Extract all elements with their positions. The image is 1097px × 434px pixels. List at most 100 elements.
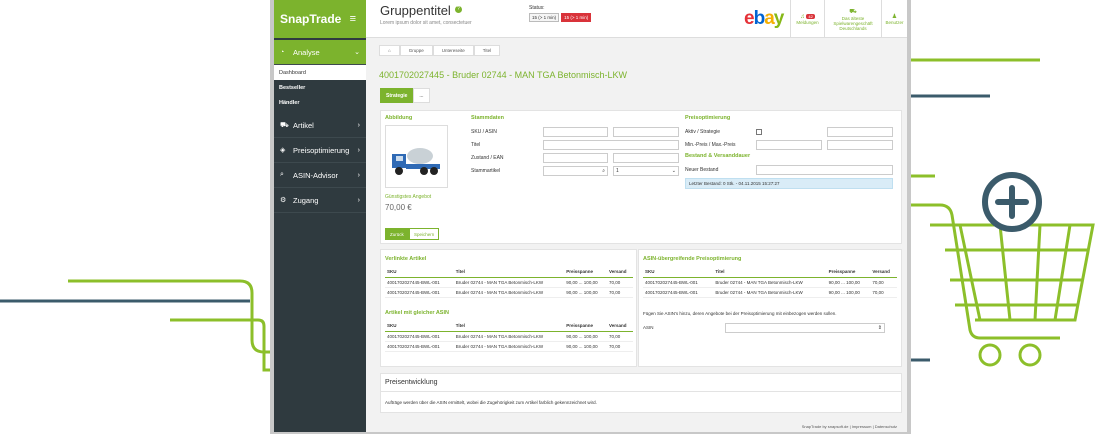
chevron-right-icon: › xyxy=(357,171,360,179)
search-icon[interactable]: ⌕ xyxy=(602,168,605,174)
col-versand: Versand xyxy=(606,266,633,278)
user-button[interactable]: ♟ Benutzer xyxy=(881,0,907,38)
nav-preisoptimierung[interactable]: ◈ Preisoptimierung › xyxy=(274,138,366,163)
cell: Bruder 02744 - MAN TGA Betonmisch-LKW xyxy=(713,277,827,288)
master-select[interactable]: 1 ⌄ xyxy=(613,166,679,176)
col-titel: Titel xyxy=(453,320,565,332)
condition-input[interactable] xyxy=(543,153,608,163)
strategy-input[interactable] xyxy=(827,127,893,137)
nav-label: ASIN-Advisor xyxy=(293,170,339,180)
minmax-label: Min.-Preis / Max.-Preis xyxy=(685,142,736,148)
breadcrumb-item[interactable]: Titel xyxy=(473,45,501,56)
active-checkbox[interactable] xyxy=(756,129,762,135)
stock-label: Neuer Bestand xyxy=(685,167,719,173)
nav-zugang[interactable]: ⚙ Zugang › xyxy=(274,188,366,213)
asin-input[interactable] xyxy=(613,127,679,137)
sku-input[interactable] xyxy=(543,127,608,137)
cell: 4001702027445-BWL-001 xyxy=(385,277,454,288)
cell: 70,00 xyxy=(606,331,633,342)
shop-button[interactable]: ⛟ Das älteste Spielwarengeschäft Deutsch… xyxy=(824,0,881,38)
chevron-down-icon: ⌄ xyxy=(354,49,360,56)
linked-header: Verlinkte Artikel xyxy=(385,256,427,262)
subnav-haendler[interactable]: Händler xyxy=(274,95,366,110)
title-input[interactable] xyxy=(543,140,679,150)
bestand-header: Bestand & Versanddauer xyxy=(685,153,751,159)
tab-more[interactable]: ... xyxy=(413,88,430,103)
cell: 90,00 ... 100,00 xyxy=(564,331,607,342)
breadcrumb-item[interactable]: Gruppe xyxy=(399,45,433,56)
cell: 4001702027445-BWL-001 xyxy=(385,341,454,352)
cheapest-label: Günstigstes Angebot xyxy=(385,194,432,200)
status-badge: 15 (> 1 min) xyxy=(529,13,560,22)
article-form-panel: Abbildung Günstigstes Angebot 70,00 € St… xyxy=(380,110,902,244)
cell: 90,00 ... 100,00 xyxy=(826,287,871,298)
col-preisspanne: Preisspanne xyxy=(826,266,871,278)
table-header-row: SKU Titel Preisspanne Versand xyxy=(385,266,633,278)
table-row[interactable]: 4001702027445-BWL-001 Bruder 02744 - MAN … xyxy=(385,277,633,288)
condition-label: Zustand / EAN xyxy=(471,155,504,161)
table-row[interactable]: 4001702027445-BWL-001 Bruder 02744 - MAN … xyxy=(385,341,633,352)
master-input[interactable]: ⌕ xyxy=(543,166,608,176)
cell: 4001702027445-BWL-001 xyxy=(643,287,714,298)
notifications-button[interactable]: ♫ 42 Meldungen xyxy=(790,0,824,38)
save-button[interactable]: Speichern xyxy=(409,228,440,240)
max-price-input[interactable] xyxy=(827,140,893,150)
cell: 70,00 xyxy=(606,341,633,352)
stock-info: Letzter Bestand: 0 Stk. - 04.11.2015 15:… xyxy=(685,178,893,189)
price-dev-text: Aufträge werden über die ASIN ermittelt,… xyxy=(385,400,597,405)
cell: 70,00 xyxy=(606,287,633,298)
breadcrumb-home[interactable]: ⌂ xyxy=(379,45,400,56)
search-icon: ⌕ xyxy=(280,171,284,178)
table-row[interactable]: 4001702027445-BWL-001 Bruder 02744 - MAN … xyxy=(643,287,897,298)
tab-bar: Strategie ... xyxy=(380,88,430,103)
table-row[interactable]: 4001702027445-BWL-001 Bruder 02744 - MAN … xyxy=(385,331,633,342)
group-title-text: Gruppentitel xyxy=(380,3,451,18)
col-sku: SKU xyxy=(385,266,454,278)
cheapest-price: 70,00 € xyxy=(385,203,412,212)
cell: 70,00 xyxy=(870,287,897,298)
same-asin-header: Artikel mit gleicher ASIN xyxy=(385,310,449,316)
sku-label: SKU / ASIN xyxy=(471,129,497,135)
hamburger-icon[interactable]: ≡ xyxy=(350,13,356,25)
user-label: Benutzer xyxy=(885,20,904,25)
col-versand: Versand xyxy=(870,266,897,278)
price-dev-header: Preisentwicklung xyxy=(385,379,438,386)
nav-label: Artikel xyxy=(293,120,314,130)
asin-input[interactable]: ⇕ xyxy=(725,323,885,333)
stock-input[interactable] xyxy=(756,165,893,175)
subnav-bestseller[interactable]: Bestseller xyxy=(274,80,366,95)
nav-asin-advisor[interactable]: ⌕ ASIN-Advisor › xyxy=(274,163,366,188)
cell: 70,00 xyxy=(606,277,633,288)
ean-input[interactable] xyxy=(613,153,679,163)
nav-label: Preisoptimierung xyxy=(293,145,350,155)
col-sku: SKU xyxy=(643,266,714,278)
sort-icon[interactable]: ⇕ xyxy=(878,325,882,331)
status-block: Status: 15 (> 1 min) 15 (> 1 min) xyxy=(529,5,593,22)
status-badge-alert: 15 (> 1 min) xyxy=(561,13,592,22)
status-label: Status: xyxy=(529,5,545,11)
table-row[interactable]: 4001702027445-BWL-001 Bruder 02744 - MAN … xyxy=(643,277,897,288)
linked-table: SKU Titel Preisspanne Versand 4001702027445… xyxy=(385,266,633,298)
master-label: Stammartikel xyxy=(471,168,501,174)
help-icon[interactable]: ? xyxy=(454,6,462,13)
cell: 90,00 ... 100,00 xyxy=(564,287,607,298)
app-window: SnapTrade ≡ ◔ Analyse ⌄ Dashboard Bestse… xyxy=(274,0,907,432)
cell: Bruder 02744 - MAN TGA Betonmisch-LKW xyxy=(453,287,565,298)
breadcrumb-item[interactable]: Untereseite xyxy=(432,45,474,56)
preis-header: Preisoptimierung xyxy=(685,115,731,121)
group-title: Gruppentitel? xyxy=(380,3,462,18)
image-header: Abbildung xyxy=(385,115,413,121)
tab-strategie[interactable]: Strategie xyxy=(380,88,414,103)
table-row[interactable]: 4001702027445-BWL-001 Bruder 02744 - MAN … xyxy=(385,287,633,298)
page-title: 4001702027445 - Bruder 02744 - MAN TGA B… xyxy=(379,70,627,80)
col-titel: Titel xyxy=(453,266,565,278)
col-titel: Titel xyxy=(713,266,827,278)
min-price-input[interactable] xyxy=(756,140,822,150)
nav-artikel[interactable]: ⛟ Artikel › xyxy=(274,113,366,138)
col-versand: Versand xyxy=(606,320,633,332)
back-button[interactable]: Zurück xyxy=(385,228,409,240)
subnav-dashboard[interactable]: Dashboard xyxy=(274,65,366,80)
cell: Bruder 02744 - MAN TGA Betonmisch-LKW xyxy=(713,287,827,298)
chevron-down-icon: ⌄ xyxy=(671,168,676,174)
nav-analyse[interactable]: ◔ Analyse ⌄ xyxy=(274,40,366,65)
